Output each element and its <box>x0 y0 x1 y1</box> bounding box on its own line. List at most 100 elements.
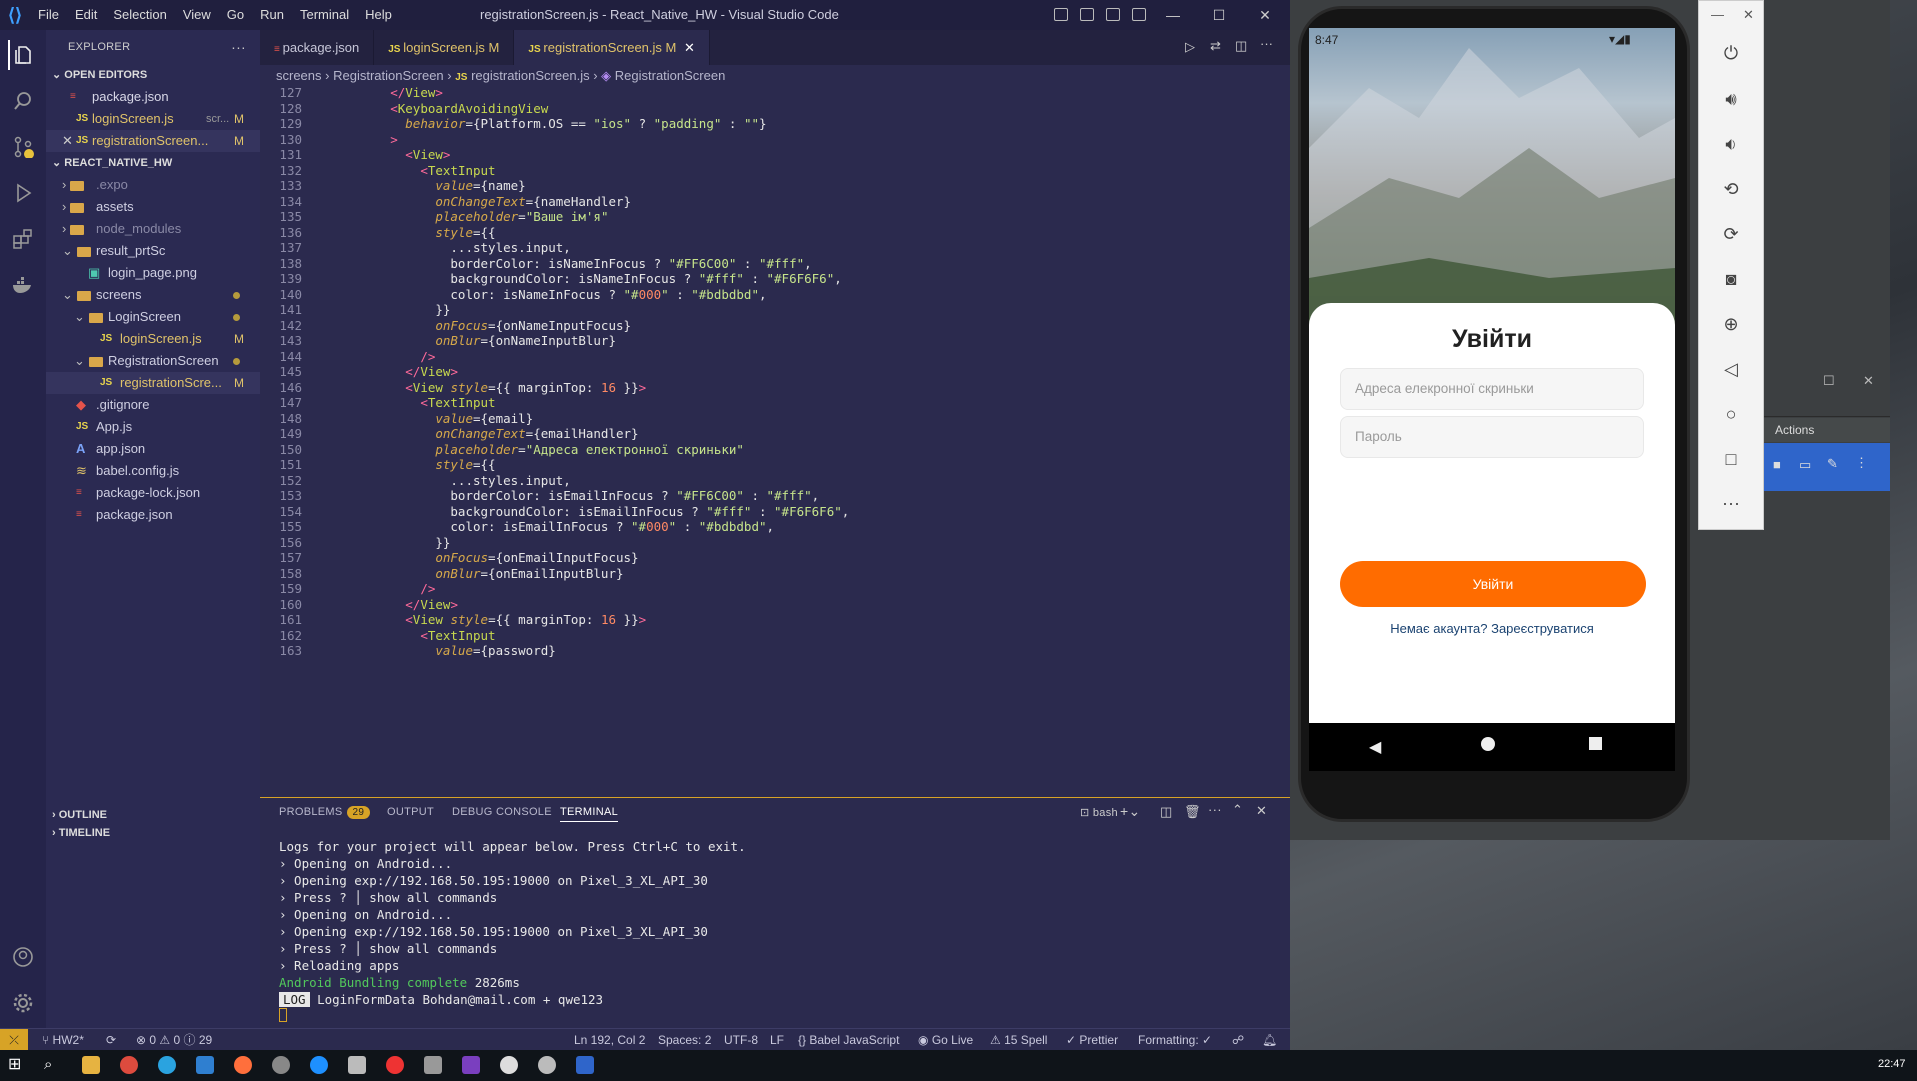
sync-icon[interactable]: ⟳ <box>106 1029 116 1051</box>
source-control-icon[interactable] <box>8 132 38 162</box>
app-icon[interactable] <box>500 1056 518 1074</box>
panel-more-icon[interactable]: ··· <box>1208 802 1222 817</box>
tab-registration-screen[interactable]: JS registrationScreen.js M ✕ <box>514 30 710 65</box>
toggle-panel-icon[interactable] <box>1080 8 1094 21</box>
maximize-button[interactable]: ☐ <box>1196 0 1242 30</box>
file-tree-item[interactable]: ⌄ RegistrationScreen <box>46 350 260 372</box>
password-input[interactable]: Пароль <box>1340 416 1644 458</box>
new-terminal-icon[interactable]: +⌄ <box>1120 803 1141 820</box>
register-link[interactable]: Немає акаунта? Зареєструватися <box>1309 621 1675 636</box>
close-button[interactable]: ✕ <box>1242 0 1288 30</box>
tab-problems[interactable]: PROBLEMS 29 <box>279 806 371 819</box>
split-editor-icon[interactable]: ◫ <box>1235 38 1247 54</box>
tab-terminal[interactable]: TERMINAL <box>560 806 619 822</box>
menu-selection[interactable]: Selection <box>105 0 174 30</box>
app-icon[interactable] <box>234 1056 252 1074</box>
emulator-home-icon[interactable]: ○ <box>1719 402 1743 426</box>
breadcrumb-item[interactable]: RegistrationScreen <box>333 68 444 83</box>
file-tree-item[interactable]: Aapp.json <box>46 438 260 460</box>
prettier-status[interactable]: ✓ Prettier <box>1066 1029 1118 1051</box>
customize-layout-icon[interactable] <box>1132 8 1146 21</box>
menu-terminal[interactable]: Terminal <box>292 0 357 30</box>
emulator-overview-icon[interactable]: □ <box>1719 447 1743 471</box>
emulator-back-icon[interactable]: ◁ <box>1719 357 1743 381</box>
spell-check[interactable]: ⚠ 15 Spell <box>990 1029 1047 1051</box>
breadcrumb-item[interactable]: screens <box>276 68 322 83</box>
volume-up-icon[interactable]: 🔊︎ <box>1719 87 1743 111</box>
file-tree-item[interactable]: JS registrationScre... M <box>46 372 260 394</box>
file-tree-item[interactable]: › node_modules <box>46 218 260 240</box>
code-editor[interactable]: 127 </View> 128 <KeyboardAvoidingView 129 … <box>260 87 1290 797</box>
file-tree-item[interactable]: › .expo <box>46 174 260 196</box>
folder-icon[interactable]: ▭ <box>1799 457 1811 473</box>
file-tree-item[interactable]: ⌄ screens <box>46 284 260 306</box>
app-icon[interactable] <box>348 1056 366 1074</box>
back-icon[interactable]: ◀ <box>1369 737 1381 757</box>
end-of-line[interactable]: LF <box>770 1029 784 1051</box>
project-section[interactable]: ⌄ REACT_NATIVE_HW <box>46 152 260 174</box>
actions-close-button[interactable]: ✕ <box>1863 373 1874 389</box>
power-icon[interactable]: ⏻ <box>1719 41 1743 65</box>
stop-icon[interactable]: ■ <box>1773 457 1781 472</box>
feedback-icon[interactable]: ☍ <box>1232 1029 1244 1051</box>
login-button[interactable]: Увійти <box>1340 561 1646 607</box>
email-input[interactable]: Адреса елекронної скриньки <box>1340 368 1644 410</box>
file-tree-item[interactable]: JS App.js <box>46 416 260 438</box>
edit-pencil-icon[interactable]: ✎ <box>1827 456 1838 472</box>
app-icon[interactable] <box>272 1056 290 1074</box>
file-tree-item[interactable]: JS loginScreen.js M <box>46 328 260 350</box>
terminal-shell-selector[interactable]: ⊡ bash <box>1080 806 1118 819</box>
app-icon[interactable] <box>310 1056 328 1074</box>
cursor-position[interactable]: Ln 192, Col 2 <box>574 1029 645 1051</box>
menu-edit[interactable]: Edit <box>67 0 105 30</box>
camera-icon[interactable]: ◙ <box>1719 267 1743 291</box>
menu-file[interactable]: File <box>30 0 67 30</box>
open-editor-item[interactable]: JS loginScreen.js scr... M <box>46 108 260 130</box>
docker-icon[interactable] <box>8 270 38 300</box>
settings-gear-icon[interactable] <box>8 988 38 1018</box>
close-editor-icon[interactable]: ✕ <box>62 130 73 152</box>
emulator-close-button[interactable]: ✕ <box>1743 7 1754 23</box>
tab-package-json[interactable]: ≡ package.json <box>260 30 375 65</box>
zoom-icon[interactable]: ⊕ <box>1719 312 1743 336</box>
emulator-more-icon[interactable]: ··· <box>1719 491 1743 515</box>
actions-maximize-button[interactable]: ☐ <box>1823 373 1835 389</box>
trash-icon[interactable]: 🗑 <box>1184 804 1201 820</box>
go-live-button[interactable]: ◉ Go Live <box>918 1029 973 1051</box>
calculator-icon[interactable] <box>424 1056 442 1074</box>
volume-down-icon[interactable]: 🔉︎ <box>1719 132 1743 156</box>
minimize-button[interactable]: — <box>1150 0 1196 30</box>
telegram-icon[interactable] <box>158 1056 176 1074</box>
chrome-icon[interactable] <box>120 1056 138 1074</box>
file-tree-item[interactable]: ≡ package-lock.json <box>46 482 260 504</box>
timeline-section[interactable]: › TIMELINE <box>46 822 260 844</box>
editor-more-icon[interactable]: ··· <box>1260 36 1273 51</box>
close-panel-icon[interactable]: ✕ <box>1256 803 1267 819</box>
run-file-icon[interactable]: ▷ <box>1185 39 1195 55</box>
file-tree-item[interactable]: ≡ package.json <box>46 504 260 526</box>
language-mode[interactable]: {} Babel JavaScript <box>798 1029 899 1051</box>
menu-run[interactable]: Run <box>252 0 292 30</box>
explorer-icon[interactable] <box>8 40 38 70</box>
indentation[interactable]: Spaces: 2 <box>658 1029 711 1051</box>
rotate-right-icon[interactable]: ⟳ <box>1719 222 1743 246</box>
breadcrumb-item[interactable]: RegistrationScreen <box>615 68 726 83</box>
tab-login-screen[interactable]: JS loginScreen.js M <box>374 30 515 65</box>
file-tree-item[interactable]: ≋ babel.config.js <box>46 460 260 482</box>
extensions-icon[interactable] <box>8 224 38 254</box>
home-icon[interactable] <box>1481 737 1495 751</box>
toggle-sidebar-icon[interactable] <box>1054 8 1068 21</box>
problems-summary[interactable]: ⊗ 0 ⚠ 0 ⓘ 29 <box>136 1029 212 1051</box>
file-tree-item[interactable]: ◆ .gitignore <box>46 394 260 416</box>
remote-indicator-icon[interactable]: ⤫ <box>0 1029 28 1051</box>
open-editor-item[interactable]: ≡ package.json <box>46 86 260 108</box>
search-icon[interactable] <box>8 86 38 116</box>
file-tree-item[interactable]: ▣ login_page.png <box>46 262 260 284</box>
rotate-left-icon[interactable]: ⟲ <box>1719 177 1743 201</box>
menu-help[interactable]: Help <box>357 0 400 30</box>
formatting-status[interactable]: Formatting: ✓ <box>1138 1029 1212 1051</box>
toggle-secondary-sidebar-icon[interactable] <box>1106 8 1120 21</box>
android-studio-icon[interactable] <box>576 1056 594 1074</box>
tab-debug-console[interactable]: DEBUG CONSOLE <box>452 806 552 818</box>
menu-view[interactable]: View <box>175 0 219 30</box>
